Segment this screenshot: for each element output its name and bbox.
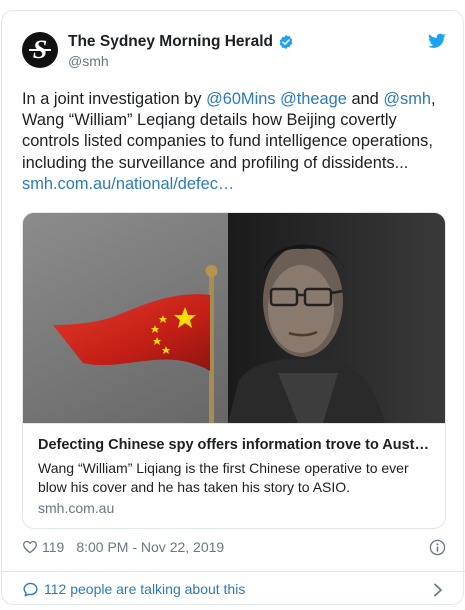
account-name-row[interactable]: The Sydney Morning Herald: [68, 33, 294, 51]
account-handle[interactable]: @smh: [68, 53, 109, 69]
twitter-bird-icon[interactable]: [428, 33, 446, 49]
tweet-text-segment: and: [346, 90, 384, 108]
tweet-text: In a joint investigation by @60Mins @the…: [22, 89, 448, 195]
link-preview-card[interactable]: Defecting Chinese spy offers information…: [22, 212, 446, 529]
tweet-link[interactable]: @smh: [383, 90, 431, 108]
speech-bubble-icon: [23, 582, 38, 596]
preview-domain: smh.com.au: [38, 500, 115, 516]
talking-text[interactable]: 112 people are talking about this: [44, 581, 245, 597]
tweet-header: S The Sydney Morning Herald @smh: [22, 31, 446, 79]
info-icon[interactable]: [429, 539, 446, 556]
timestamp[interactable]: 8:00 PM - Nov 22, 2019: [76, 539, 224, 555]
tweet-text-segment: In a joint investigation by: [22, 90, 207, 108]
preview-description: Wang “William” Liqiang is the first Chin…: [38, 460, 409, 495]
avatar[interactable]: S: [22, 32, 58, 68]
tweet-link[interactable]: @theage: [280, 90, 347, 108]
chevron-right-icon[interactable]: [432, 583, 444, 597]
preview-title[interactable]: Defecting Chinese spy offers information…: [38, 437, 434, 453]
preview-image[interactable]: [23, 213, 445, 423]
tweet-link[interactable]: @60Mins: [206, 90, 275, 108]
heart-icon[interactable]: [22, 539, 38, 555]
account-name[interactable]: The Sydney Morning Herald: [68, 33, 273, 51]
photo-illustration: [23, 213, 445, 423]
tweet-card: S The Sydney Morning Herald @smh In a jo…: [1, 10, 465, 606]
tweet-link[interactable]: smh.com.au/national/defec…: [22, 175, 234, 193]
avatar-bar: [29, 49, 51, 51]
like-count[interactable]: 119: [42, 539, 64, 555]
verified-icon: [279, 35, 293, 49]
conversation-link[interactable]: 112 people are talking about this: [22, 572, 446, 606]
tweet-meta: 119 8:00 PM - Nov 22, 2019: [22, 535, 446, 559]
preview-text-area[interactable]: Defecting Chinese spy offers information…: [23, 423, 445, 528]
